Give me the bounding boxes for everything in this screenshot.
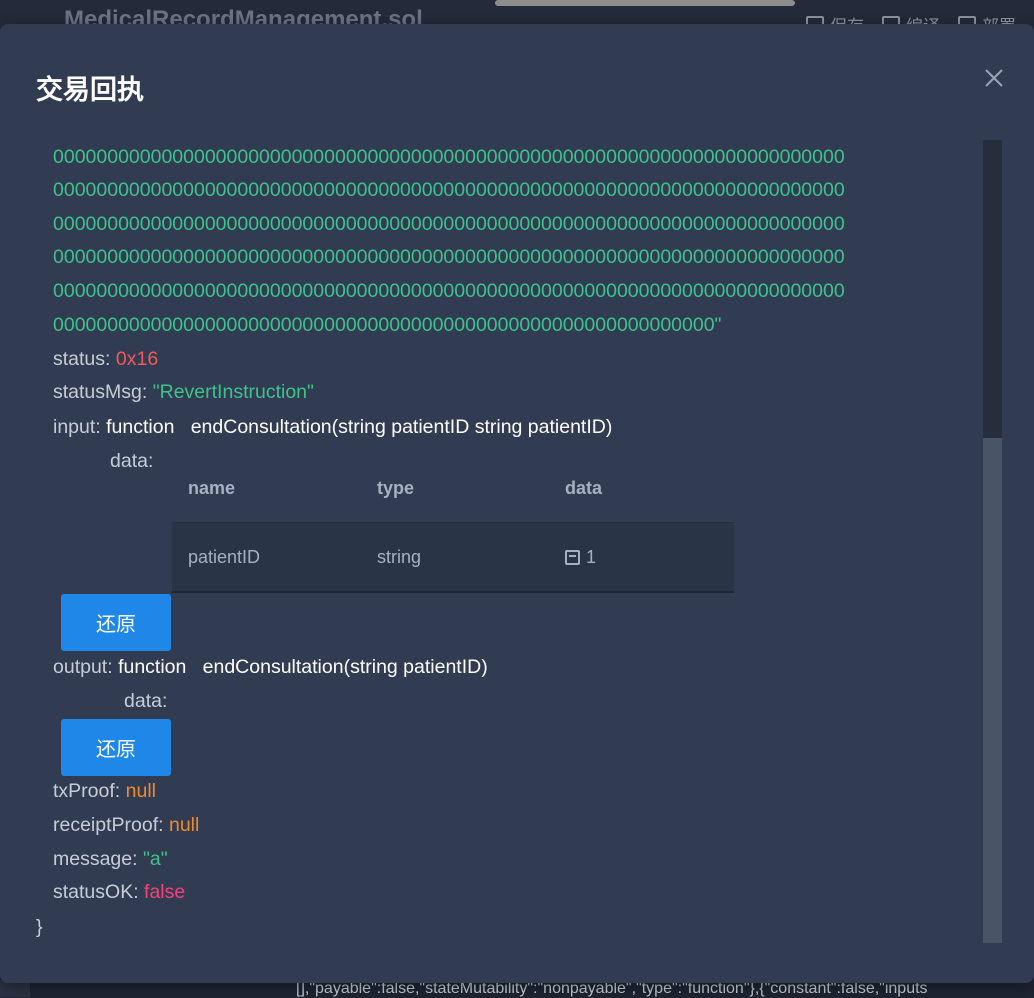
closing-brace: } xyxy=(36,916,43,938)
tx-proof-value: null xyxy=(125,780,156,802)
hex-output-line: 0000000000000000000000000000000000000000… xyxy=(53,213,845,235)
column-header-name: name xyxy=(172,454,361,523)
input-row: input: function endConsultation(string p… xyxy=(53,410,612,444)
message-value: "a" xyxy=(142,848,168,870)
table-header-row: name type data xyxy=(172,454,734,523)
receipt-proof-row: receiptProof: null xyxy=(53,808,199,842)
column-header-data: data xyxy=(549,454,734,523)
receipt-proof-key: receiptProof: xyxy=(53,814,169,836)
message-key: message: xyxy=(53,848,143,870)
editor-scrollbar[interactable] xyxy=(495,0,795,6)
output-signature: endConsultation(string patientID) xyxy=(202,656,488,678)
param-name-cell: patientID xyxy=(172,522,361,593)
hex-output-line: 0000000000000000000000000000000000000000… xyxy=(53,146,845,168)
message-row: message: "a" xyxy=(53,842,168,876)
input-params-table: name type data patientID string 1 xyxy=(172,454,734,593)
content-scrollbar-thumb[interactable] xyxy=(983,140,1002,438)
output-data-label: data: xyxy=(124,690,168,712)
transaction-receipt-dialog: 交易回执 00000000000000000000000000000000000… xyxy=(0,24,1034,983)
input-restore-button[interactable]: 还原 xyxy=(61,594,171,651)
status-msg-value: "RevertInstruction" xyxy=(152,381,314,403)
output-key: output: xyxy=(53,656,119,678)
input-function-keyword: function xyxy=(106,416,175,438)
input-key: input: xyxy=(53,416,107,438)
status-ok-value: false xyxy=(144,881,186,903)
dialog-title: 交易回执 xyxy=(36,75,144,105)
hex-output-line: 0000000000000000000000000000000000000000… xyxy=(53,246,845,268)
status-ok-row: statusOK: false xyxy=(53,875,185,909)
output-row: output: function endConsultation(string … xyxy=(53,650,488,684)
close-icon[interactable] xyxy=(982,66,1006,90)
receipt-content[interactable]: 0000000000000000000000000000000000000000… xyxy=(36,140,982,940)
input-signature: endConsultation(string patientID string … xyxy=(190,416,613,438)
output-restore-button[interactable]: 还原 xyxy=(61,719,171,776)
input-data-label: data: xyxy=(110,450,154,472)
hex-output-line: 0000000000000000000000000000000000000000… xyxy=(53,280,845,302)
status-msg-row: statusMsg: "RevertInstruction" xyxy=(53,375,314,409)
table-row: patientID string 1 xyxy=(172,522,734,593)
status-ok-key: statusOK: xyxy=(53,881,145,903)
output-function-keyword: function xyxy=(118,656,187,678)
save-icon[interactable] xyxy=(565,549,580,565)
tx-proof-key: txProof: xyxy=(53,780,126,802)
status-key: status: xyxy=(53,348,116,370)
param-type-cell: string xyxy=(361,522,549,593)
hex-output-line: 0000000000000000000000000000000000000000… xyxy=(53,314,722,336)
param-data-value: 1 xyxy=(586,546,597,567)
receipt-proof-value: null xyxy=(168,814,200,836)
column-header-type: type xyxy=(361,454,549,523)
status-msg-key: statusMsg: xyxy=(53,381,153,403)
param-data-cell: 1 xyxy=(549,522,734,593)
status-value: 0x16 xyxy=(115,348,159,370)
tx-proof-row: txProof: null xyxy=(53,774,156,808)
hex-output-line: 0000000000000000000000000000000000000000… xyxy=(53,179,845,201)
status-row: status: 0x16 xyxy=(53,342,158,376)
